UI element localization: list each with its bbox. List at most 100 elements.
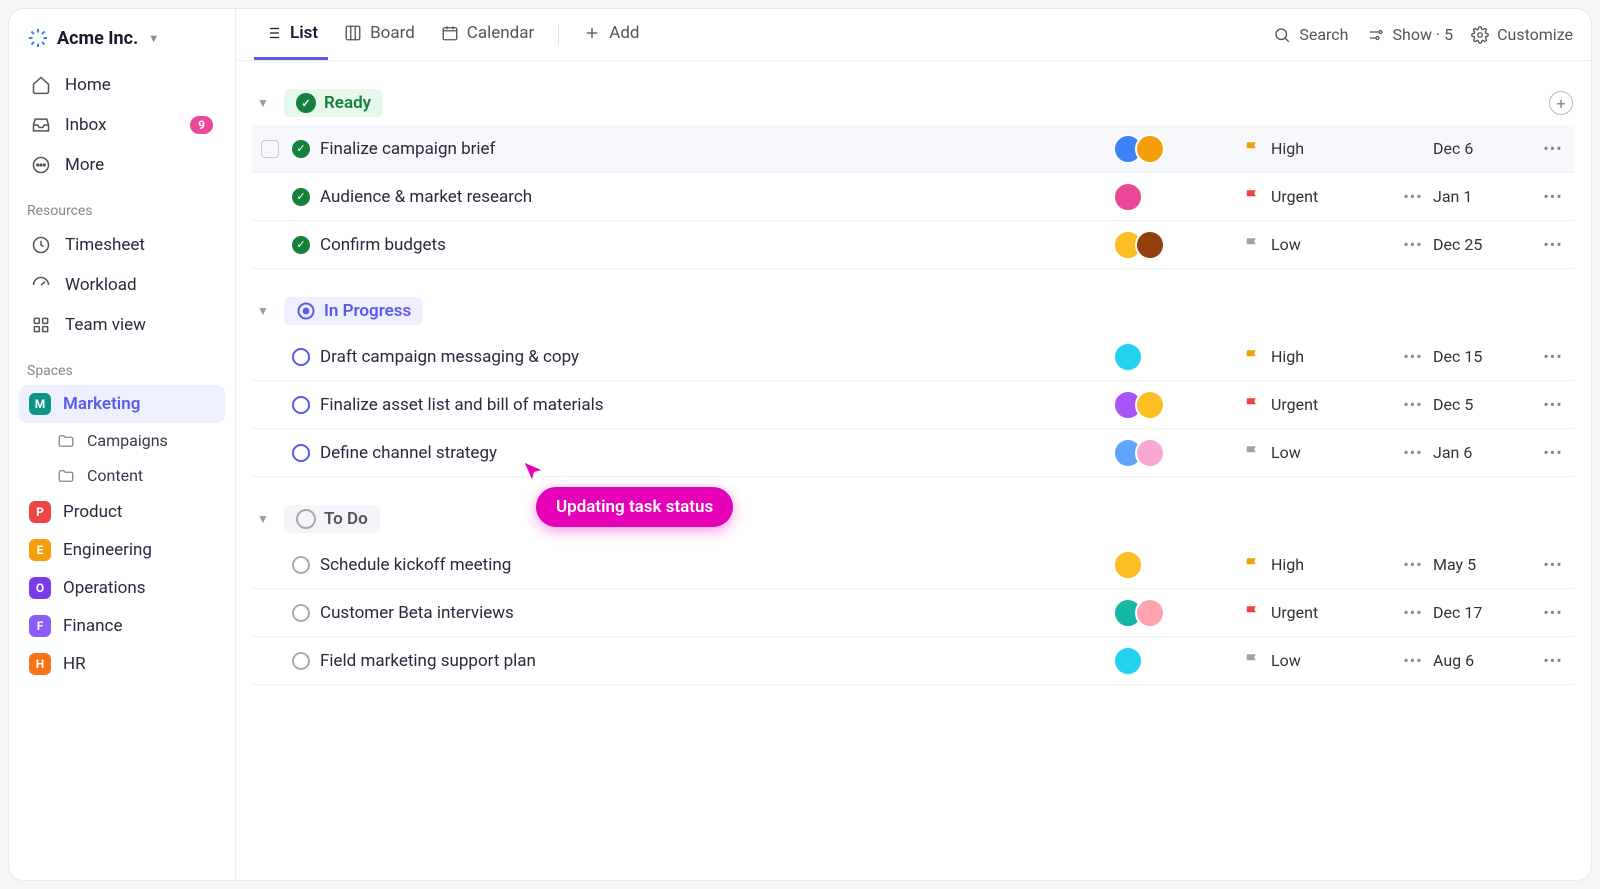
due-date[interactable]: Dec 6 — [1433, 139, 1533, 158]
space-name: Product — [63, 502, 122, 522]
priority-label: Urgent — [1271, 395, 1318, 414]
sidebar-item-inbox[interactable]: Inbox 9 — [19, 105, 225, 145]
tags-more[interactable]: ••• — [1393, 187, 1433, 206]
show-button[interactable]: Show · 5 — [1367, 25, 1454, 44]
row-menu-button[interactable]: ••• — [1533, 347, 1573, 366]
collapse-caret-icon[interactable]: ▼ — [254, 304, 272, 318]
row-menu-button[interactable]: ••• — [1533, 555, 1573, 574]
task-row[interactable]: Schedule kickoff meetingHigh•••May 5••• — [252, 541, 1575, 589]
view-tab-board[interactable]: Board — [334, 9, 425, 60]
group-name: Ready — [324, 93, 371, 113]
due-date[interactable]: Dec 15 — [1433, 347, 1533, 366]
avatar[interactable] — [1135, 134, 1165, 164]
space-sub-item[interactable]: Content — [19, 458, 225, 493]
task-row[interactable]: ✓Audience & market researchUrgent•••Jan … — [252, 173, 1575, 221]
tags-more[interactable]: ••• — [1393, 395, 1433, 414]
priority-cell[interactable]: High — [1243, 139, 1393, 158]
sidebar-item-workload[interactable]: Workload — [19, 265, 225, 305]
space-sub-item[interactable]: Campaigns — [19, 423, 225, 458]
priority-cell[interactable]: Urgent — [1243, 395, 1393, 414]
customize-button[interactable]: Customize — [1471, 25, 1573, 44]
status-open-icon[interactable] — [292, 348, 310, 366]
avatar[interactable] — [1113, 550, 1143, 580]
status-open-icon[interactable] — [292, 396, 310, 414]
view-tab-add[interactable]: Add — [573, 9, 649, 60]
due-date[interactable]: Jan 6 — [1433, 443, 1533, 462]
status-done-icon[interactable]: ✓ — [292, 188, 310, 206]
row-menu-button[interactable]: ••• — [1533, 603, 1573, 622]
status-todo-icon[interactable] — [292, 652, 310, 670]
priority-cell[interactable]: Low — [1243, 235, 1393, 254]
space-item-engineering[interactable]: EEngineering — [19, 531, 225, 569]
sidebar-item-timesheet[interactable]: Timesheet — [19, 225, 225, 265]
due-date[interactable]: Jan 1 — [1433, 187, 1533, 206]
task-row[interactable]: Customer Beta interviewsUrgent•••Dec 17•… — [252, 589, 1575, 637]
task-row[interactable]: ✓Confirm budgetsLow•••Dec 25••• — [252, 221, 1575, 269]
task-title: Define channel strategy — [316, 443, 1113, 463]
checkbox[interactable] — [261, 140, 279, 158]
workspace-switcher[interactable]: Acme Inc. ▼ — [19, 23, 225, 65]
group-header[interactable]: ▼✓Ready+ — [252, 81, 1575, 125]
priority-cell[interactable]: Low — [1243, 651, 1393, 670]
task-row[interactable]: Field marketing support planLow•••Aug 6•… — [252, 637, 1575, 685]
row-menu-button[interactable]: ••• — [1533, 395, 1573, 414]
space-badge-icon: H — [29, 653, 51, 675]
space-item-hr[interactable]: HHR — [19, 645, 225, 683]
priority-cell[interactable]: Low — [1243, 443, 1393, 462]
task-row[interactable]: Draft campaign messaging & copyHigh•••De… — [252, 333, 1575, 381]
sidebar-item-home[interactable]: Home — [19, 65, 225, 105]
priority-cell[interactable]: High — [1243, 347, 1393, 366]
inbox-badge: 9 — [190, 116, 213, 134]
collapse-caret-icon[interactable]: ▼ — [254, 512, 272, 526]
avatar[interactable] — [1113, 646, 1143, 676]
priority-cell[interactable]: Urgent — [1243, 603, 1393, 622]
space-item-operations[interactable]: OOperations — [19, 569, 225, 607]
tags-more[interactable]: ••• — [1393, 555, 1433, 574]
avatar[interactable] — [1135, 438, 1165, 468]
priority-cell[interactable]: Urgent — [1243, 187, 1393, 206]
tags-more[interactable]: ••• — [1393, 347, 1433, 366]
row-menu-button[interactable]: ••• — [1533, 235, 1573, 254]
sub-item-label: Campaigns — [87, 431, 168, 450]
group-header[interactable]: ▼In Progress — [252, 289, 1575, 333]
add-task-button[interactable]: + — [1549, 91, 1573, 115]
space-item-product[interactable]: PProduct — [19, 493, 225, 531]
task-row[interactable]: ✓Finalize campaign briefHighDec 6••• — [252, 125, 1575, 173]
avatar[interactable] — [1113, 342, 1143, 372]
status-done-icon[interactable]: ✓ — [292, 140, 310, 158]
row-menu-button[interactable]: ••• — [1533, 139, 1573, 158]
view-tab-list[interactable]: List — [254, 9, 328, 60]
avatar[interactable] — [1135, 230, 1165, 260]
due-date[interactable]: Dec 25 — [1433, 235, 1533, 254]
group-header[interactable]: ▼To Do — [252, 497, 1575, 541]
search-button[interactable]: Search — [1273, 25, 1348, 44]
due-date[interactable]: Dec 5 — [1433, 395, 1533, 414]
due-date[interactable]: May 5 — [1433, 555, 1533, 574]
avatar[interactable] — [1135, 598, 1165, 628]
task-row[interactable]: Finalize asset list and bill of material… — [252, 381, 1575, 429]
status-todo-icon[interactable] — [292, 604, 310, 622]
priority-cell[interactable]: High — [1243, 555, 1393, 574]
row-menu-button[interactable]: ••• — [1533, 187, 1573, 206]
status-open-icon[interactable] — [292, 444, 310, 462]
status-todo-icon[interactable] — [292, 556, 310, 574]
row-menu-button[interactable]: ••• — [1533, 651, 1573, 670]
avatar[interactable] — [1135, 390, 1165, 420]
avatar[interactable] — [1113, 182, 1143, 212]
tags-more[interactable]: ••• — [1393, 651, 1433, 670]
tags-more[interactable]: ••• — [1393, 235, 1433, 254]
sidebar-item-teamview[interactable]: Team view — [19, 305, 225, 345]
due-date[interactable]: Aug 6 — [1433, 651, 1533, 670]
row-menu-button[interactable]: ••• — [1533, 443, 1573, 462]
tags-more[interactable]: ••• — [1393, 603, 1433, 622]
assignees — [1113, 390, 1243, 420]
collapse-caret-icon[interactable]: ▼ — [254, 96, 272, 110]
sidebar-item-more[interactable]: More — [19, 145, 225, 185]
space-item-marketing[interactable]: MMarketing — [19, 385, 225, 423]
view-tab-calendar[interactable]: Calendar — [431, 9, 544, 60]
tags-more[interactable]: ••• — [1393, 443, 1433, 462]
status-done-icon[interactable]: ✓ — [292, 236, 310, 254]
task-row[interactable]: Define channel strategyLow•••Jan 6••• — [252, 429, 1575, 477]
due-date[interactable]: Dec 17 — [1433, 603, 1533, 622]
space-item-finance[interactable]: FFinance — [19, 607, 225, 645]
